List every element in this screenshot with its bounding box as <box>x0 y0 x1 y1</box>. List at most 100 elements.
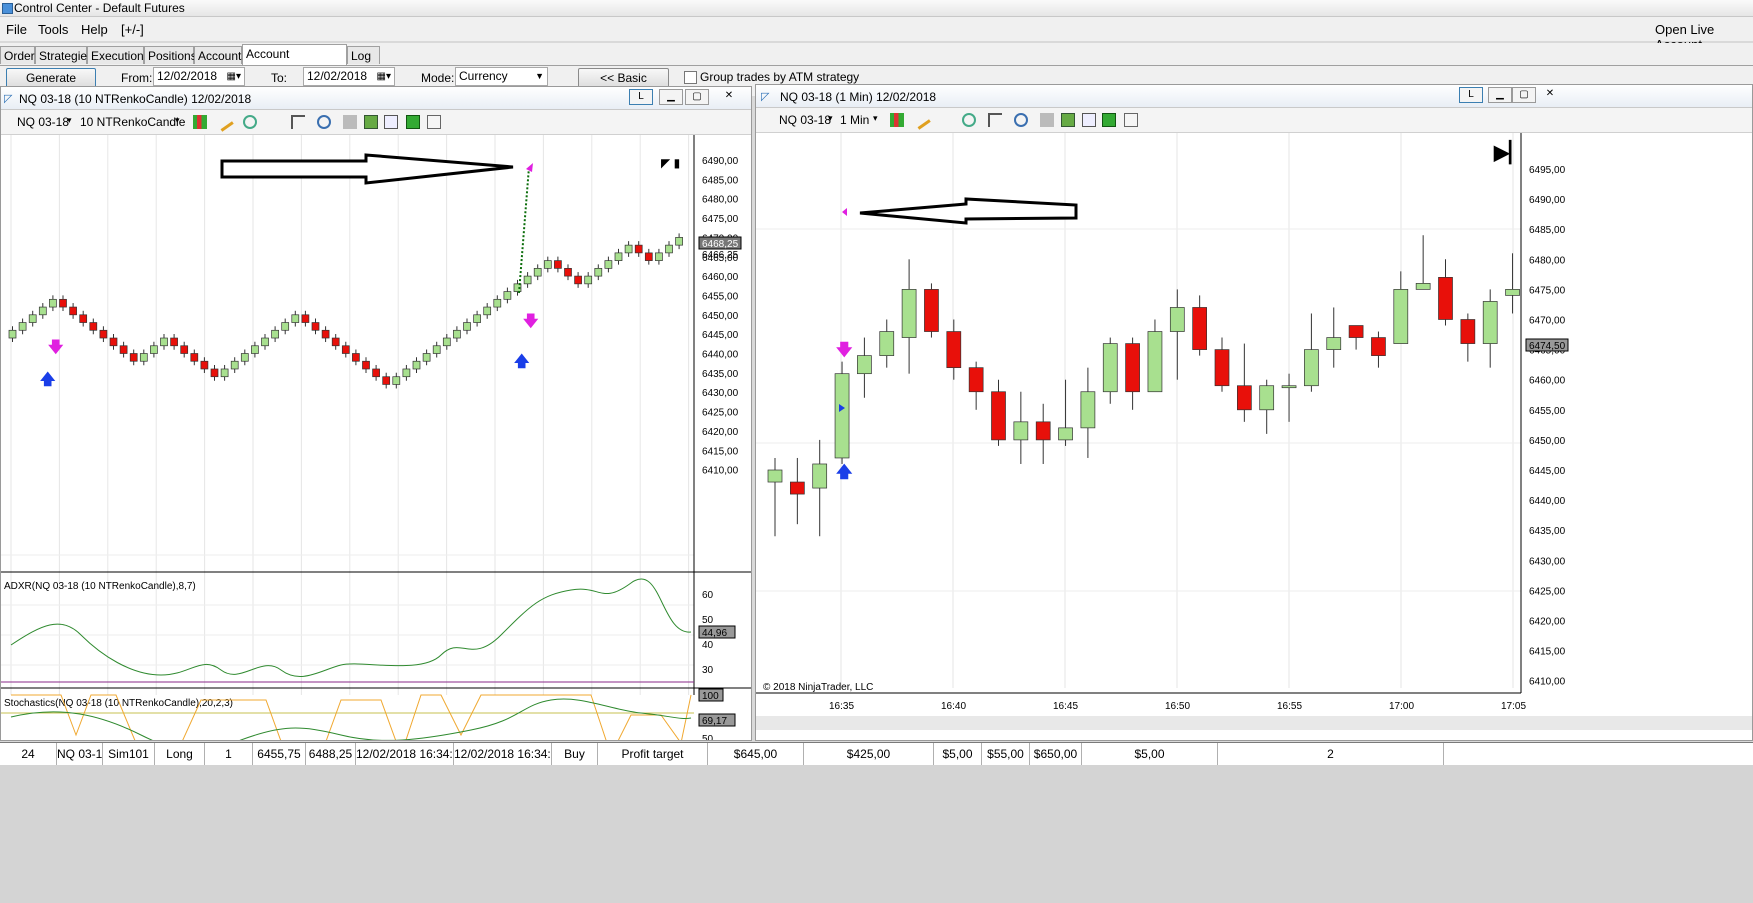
candle-body <box>1482 301 1498 344</box>
chevron-down-icon[interactable]: ▾ <box>175 115 180 126</box>
renko-brick <box>49 298 57 308</box>
from-date-field[interactable]: 12/02/2018 ▦▾ <box>153 67 245 86</box>
tab-orders[interactable]: Orders <box>0 46 41 64</box>
instrument-selector[interactable]: NQ 03-18 <box>779 113 831 127</box>
minimize-button[interactable]: ▁ <box>659 89 683 105</box>
calendar-icon[interactable]: ▦▾ <box>227 68 241 85</box>
adxr-line <box>10 578 692 677</box>
mode-select[interactable]: Currency ▼ <box>455 67 548 86</box>
strategy-icon[interactable] <box>384 115 398 129</box>
link-button[interactable]: L <box>629 89 653 105</box>
renko-brick <box>341 345 350 354</box>
minute-chart-plot[interactable]: 6495,00 6490,00 6485,00 6480,00 6475,00 6470,… <box>756 133 1752 740</box>
price-tick-label: 6435,00 <box>1529 526 1566 537</box>
renko-brick <box>412 360 421 370</box>
renko-brick <box>564 268 572 277</box>
menu-expand[interactable]: [+/-] <box>121 22 144 37</box>
candle-body <box>1080 391 1096 429</box>
dollar-icon[interactable] <box>1102 113 1116 127</box>
chart-style-icon[interactable] <box>890 113 904 127</box>
period-selector[interactable]: 1 Min <box>840 113 869 127</box>
add-indicator-icon[interactable] <box>962 113 976 127</box>
cumulative-profit-cell: $425,00 <box>804 743 934 765</box>
data-box-icon[interactable] <box>1124 113 1138 127</box>
mode-label: Mode: <box>421 71 455 85</box>
from-label: From: <box>121 71 153 85</box>
chevron-down-icon[interactable]: ▾ <box>873 113 878 124</box>
price-tick-label: 6440,00 <box>1529 496 1566 507</box>
price-marker-label: 6466,25 <box>702 250 739 261</box>
candle-body <box>1415 283 1431 290</box>
chart-data-icon[interactable] <box>1061 113 1075 127</box>
zoom-icon[interactable] <box>317 115 331 129</box>
renko-brick <box>119 345 128 354</box>
tab-executions[interactable]: Executions <box>87 46 150 64</box>
renko-brick <box>251 345 259 354</box>
renko-brick <box>59 298 67 308</box>
renko-brick <box>271 329 279 339</box>
menu-tools[interactable]: Tools <box>38 22 68 37</box>
add-indicator-icon[interactable] <box>243 115 257 129</box>
menu-help[interactable]: Help <box>81 22 108 37</box>
renko-brick <box>150 345 158 354</box>
tab-account-performance[interactable]: Account Performance <box>242 44 347 79</box>
candle-body <box>1102 343 1118 393</box>
candle-body <box>1326 337 1342 350</box>
dollar-icon[interactable] <box>406 115 420 129</box>
tab-positions[interactable]: Positions <box>144 46 197 64</box>
tab-log[interactable]: Log <box>347 46 380 64</box>
renko-brick <box>442 337 451 347</box>
renko-brick <box>69 306 77 316</box>
renko-brick <box>180 345 189 354</box>
instrument-selector[interactable]: NQ 03-18 <box>17 115 69 129</box>
tab-accounts[interactable]: Accounts <box>194 46 247 64</box>
period-selector[interactable]: 10 NTRenkoCandle <box>80 115 185 129</box>
time-tick-label: 16:40 <box>941 701 966 712</box>
chart-title-bar: ◸ NQ 03-18 (1 Min) 12/02/2018 L ▁ ▢ ✕ <box>756 85 1752 108</box>
renko-brick <box>200 360 209 370</box>
candle-body <box>1147 331 1163 393</box>
link-button[interactable]: L <box>1459 87 1483 103</box>
maximize-button[interactable]: ▢ <box>1512 87 1536 103</box>
to-date-value: 12/02/2018 <box>307 69 368 83</box>
renko-brick <box>594 268 603 277</box>
renko-brick <box>331 337 340 347</box>
renko-brick <box>543 260 552 269</box>
calendar-icon[interactable]: ▦▾ <box>377 68 391 85</box>
strategy-icon[interactable] <box>1082 113 1096 127</box>
properties-icon[interactable] <box>343 115 357 129</box>
time-tick-label: 16:55 <box>1277 701 1302 712</box>
menu-file[interactable]: File <box>6 22 27 37</box>
pencil-icon[interactable] <box>214 112 234 132</box>
renko-brick <box>634 244 643 254</box>
close-icon[interactable]: ✕ <box>1538 87 1562 103</box>
profit-cell: $645,00 <box>708 743 804 765</box>
chart-data-icon[interactable] <box>364 115 378 129</box>
price-tick-label: 6470,00 <box>1529 316 1566 327</box>
pointer-icon[interactable] <box>291 115 305 129</box>
trades-table-row[interactable]: 24 NQ 03-1 Sim101 Long 1 6455,75 6488,25… <box>0 742 1753 766</box>
stoch-value: 69,17 <box>702 716 727 727</box>
candle-body <box>1505 289 1520 296</box>
tab-strategies[interactable]: Strategies <box>35 46 93 64</box>
data-box-icon[interactable] <box>427 115 441 129</box>
candle-body <box>767 469 783 483</box>
pointer-icon[interactable] <box>988 113 1002 127</box>
renko-brick <box>584 275 593 285</box>
minimize-button[interactable]: ▁ <box>1488 87 1512 103</box>
chevron-down-icon[interactable]: ▾ <box>828 113 833 124</box>
maximize-button[interactable]: ▢ <box>685 89 709 105</box>
renko-chart-plot[interactable]: 6490,006485,006480,006475,006470,006465,… <box>1 135 751 740</box>
renko-brick <box>281 322 290 331</box>
chevron-down-icon[interactable]: ▾ <box>67 115 72 126</box>
renko-brick <box>129 353 138 362</box>
properties-icon[interactable] <box>1040 113 1054 127</box>
sell-arrow-icon: 🡇 <box>523 313 539 330</box>
to-date-field[interactable]: 12/02/2018 ▦▾ <box>303 67 395 86</box>
pencil-icon[interactable] <box>911 110 931 130</box>
chart-style-icon[interactable] <box>193 115 207 129</box>
close-icon[interactable]: ✕ <box>717 89 741 105</box>
group-atm-checkbox[interactable] <box>684 71 697 84</box>
renko-brick <box>230 360 239 370</box>
zoom-icon[interactable] <box>1014 113 1028 127</box>
